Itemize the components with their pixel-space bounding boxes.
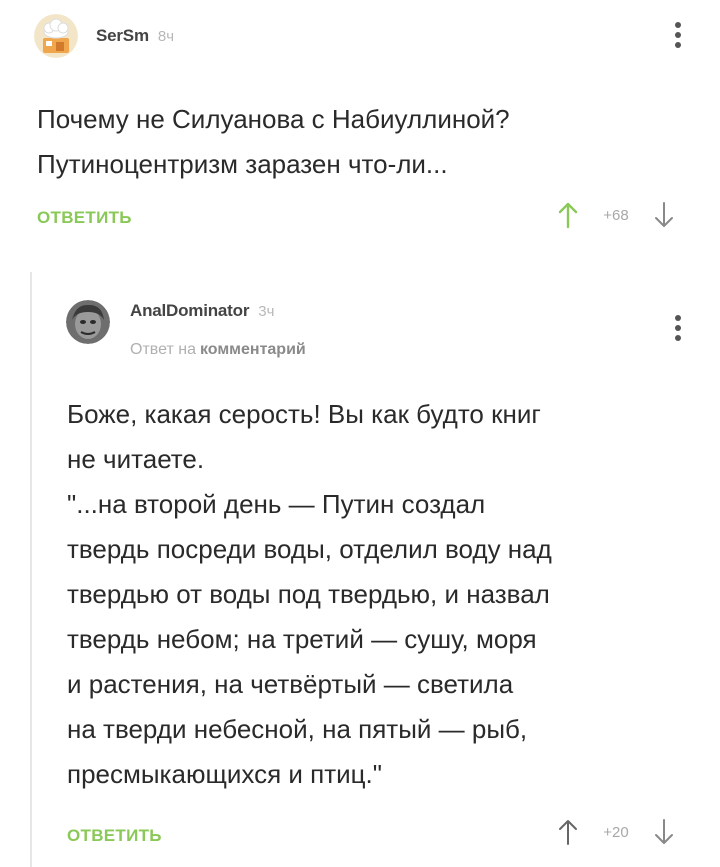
reply-button[interactable]: ОТВЕТИТЬ [67,826,162,846]
arrow-up-icon[interactable] [555,198,581,232]
score: +68 [603,206,629,224]
arrow-up-icon[interactable] [555,815,581,849]
author-name[interactable]: AnalDominator [130,301,249,321]
avatar[interactable] [34,14,78,58]
rating: +20 [555,815,677,849]
rating: +68 [555,198,677,232]
more-vertical-icon[interactable] [668,311,688,345]
more-vertical-icon[interactable] [668,18,688,52]
reply-button[interactable]: ОТВЕТИТЬ [37,208,132,228]
reply-to-link[interactable]: комментарий [200,341,306,358]
avatar[interactable] [66,300,110,344]
arrow-down-icon[interactable] [651,198,677,232]
author-name[interactable]: SerSm [96,26,149,46]
comment-time: 3ч [258,303,275,320]
comment-meta: AnalDominator 3ч [130,301,274,321]
comment-text: Почему не Силуанова с Набиуллиной? Путин… [37,104,510,179]
reply-to-prefix: Ответ на [130,341,196,358]
arrow-down-icon[interactable] [651,815,677,849]
chef-hat-avatar-icon [34,14,78,58]
comment-text: Боже, какая серость! Вы как будто книг н… [67,399,552,789]
comment: SerSm 8ч Почему не Силуанова с Набиуллин… [0,0,720,258]
score: +20 [603,823,629,841]
portrait-avatar-icon [66,300,110,344]
comment-time: 8ч [157,28,175,45]
reply-to: Ответ на комментарий [130,341,306,359]
comment-meta: SerSm 8ч [96,26,174,46]
